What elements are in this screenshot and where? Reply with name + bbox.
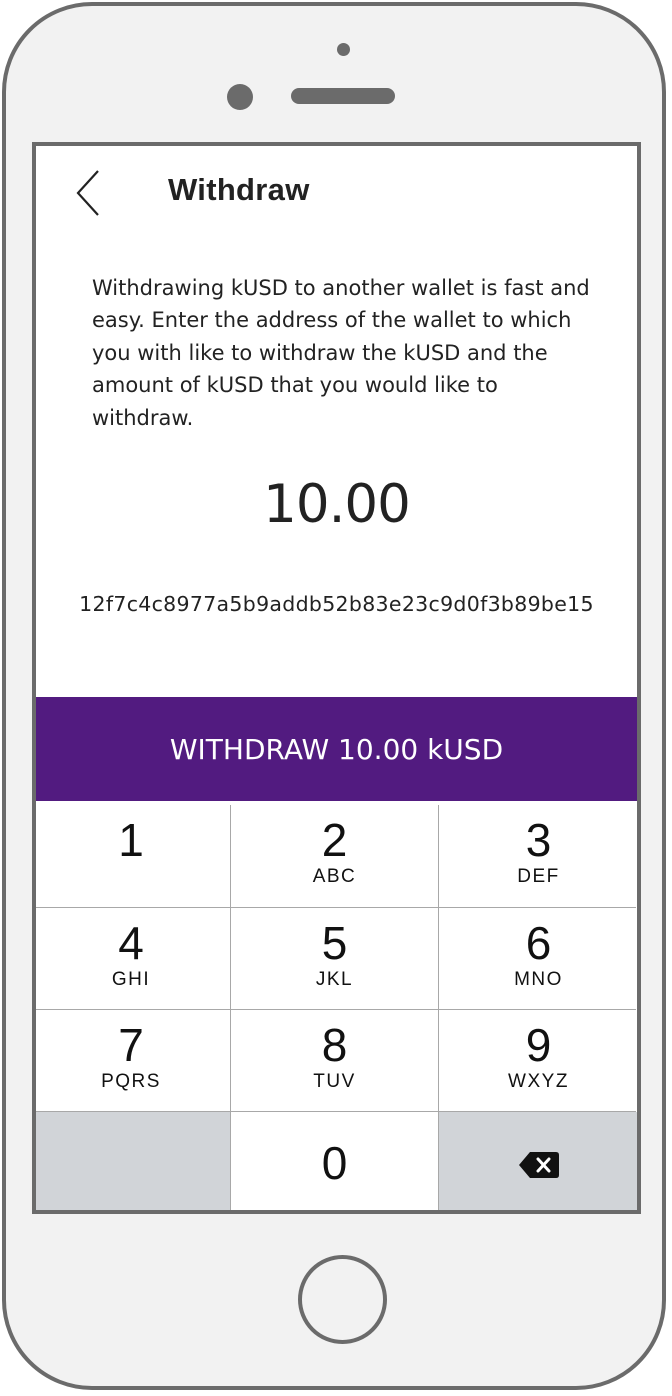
wallet-address[interactable]: 12f7c4c8977a5b9addb52b83e23c9d0f3b89be15 bbox=[36, 592, 637, 616]
front-sensor bbox=[337, 43, 350, 56]
key-4[interactable]: 4 GHI bbox=[36, 908, 230, 1009]
key-digit: 4 bbox=[118, 917, 144, 969]
key-letters: WXYZ bbox=[508, 1071, 569, 1092]
key-letters: DEF bbox=[517, 866, 560, 887]
key-digit: 9 bbox=[525, 1019, 552, 1071]
withdraw-description: Withdrawing kUSD to another wallet is fa… bbox=[92, 276, 590, 430]
key-7[interactable]: 7 PQRS bbox=[36, 1010, 230, 1111]
key-letters: GHI bbox=[111, 969, 151, 990]
key-letters: MNO bbox=[514, 969, 563, 990]
key-digit: 0 bbox=[321, 1137, 348, 1189]
key-digit: 3 bbox=[525, 814, 552, 866]
key-digit: 1 bbox=[118, 814, 144, 866]
key-digit: 8 bbox=[321, 1019, 348, 1071]
numeric-keypad: 1 2 ABC 3 DEF 4 GHI 5 JKL 6 MNO 7 PQRS 8 bbox=[36, 805, 637, 1210]
key-digit: 5 bbox=[321, 917, 348, 969]
withdraw-button[interactable]: WITHDRAW 10.00 kUSD bbox=[36, 697, 637, 801]
home-button[interactable] bbox=[298, 1255, 387, 1344]
key-3[interactable]: 3 DEF bbox=[439, 805, 637, 907]
key-8[interactable]: 8 TUV bbox=[231, 1010, 438, 1111]
key-5[interactable]: 5 JKL bbox=[231, 908, 438, 1009]
earpiece-speaker bbox=[291, 88, 395, 104]
key-digit: 7 bbox=[118, 1019, 144, 1071]
key-6[interactable]: 6 MNO bbox=[439, 908, 637, 1009]
key-letters: ABC bbox=[312, 866, 357, 887]
page-title: Withdraw bbox=[168, 172, 310, 207]
amount-display[interactable]: 10.00 bbox=[36, 474, 637, 535]
backspace-icon bbox=[518, 1152, 559, 1178]
key-digit: 6 bbox=[525, 917, 552, 969]
key-empty bbox=[36, 1112, 230, 1210]
key-backspace[interactable] bbox=[439, 1112, 637, 1210]
key-digit: 2 bbox=[321, 814, 348, 866]
key-2[interactable]: 2 ABC bbox=[231, 805, 438, 907]
chevron-left-icon[interactable] bbox=[74, 168, 104, 218]
key-letters: PQRS bbox=[101, 1071, 161, 1092]
key-9[interactable]: 9 WXYZ bbox=[439, 1010, 637, 1111]
key-0[interactable]: 0 bbox=[231, 1112, 438, 1210]
key-letters: TUV bbox=[313, 1071, 356, 1092]
front-camera bbox=[227, 84, 253, 110]
app-screen: Withdraw Withdrawing kUSD to another wal… bbox=[32, 142, 641, 1214]
key-1[interactable]: 1 bbox=[36, 805, 230, 907]
key-letters: JKL bbox=[315, 969, 354, 990]
